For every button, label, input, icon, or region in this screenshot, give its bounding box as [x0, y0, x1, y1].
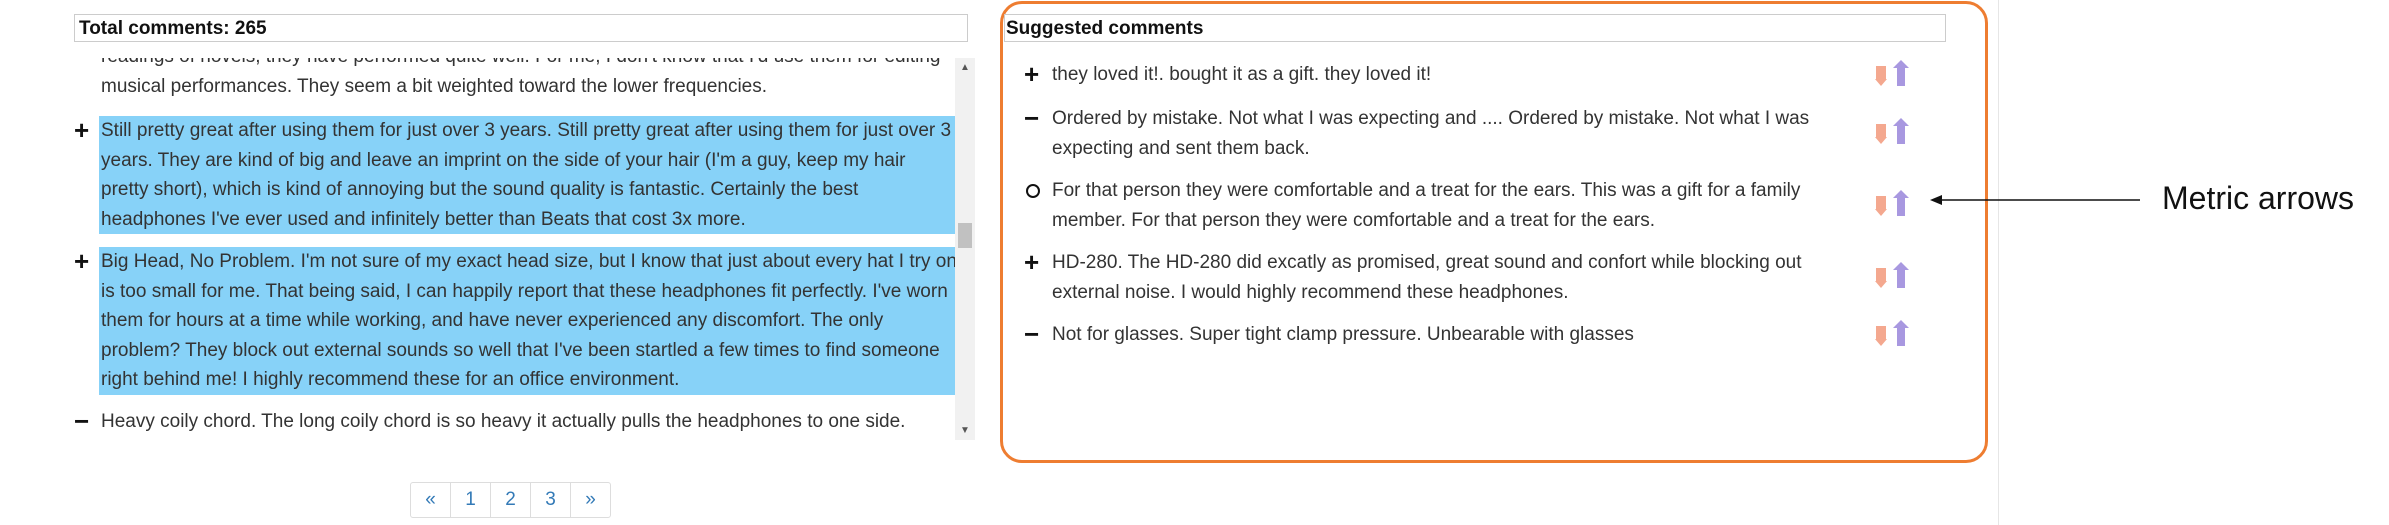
suggested-comment-text: Not for glasses. Super tight clamp press…: [1052, 324, 1634, 345]
comment-item[interactable]: + Big Head, No Problem. I'm not sure of …: [74, 246, 960, 395]
down-arrow-icon[interactable]: [1875, 196, 1887, 216]
up-arrow-icon[interactable]: [1893, 190, 1909, 216]
suggested-comment-text: For that person they were comfortable an…: [1052, 180, 1801, 231]
positive-sign-icon: +: [1024, 59, 1040, 89]
comment-text: Still pretty great after using them for …: [99, 116, 960, 235]
negative-sign-icon: −: [74, 406, 90, 436]
suggested-comment[interactable]: + they loved it!. bought it as a gift. t…: [1024, 59, 1844, 90]
negative-sign-icon: −: [1024, 319, 1040, 349]
suggested-comment-text: HD-280. The HD-280 did excatly as promis…: [1052, 252, 1802, 303]
suggested-comment-text: they loved it!. bought it as a gift. the…: [1052, 64, 1432, 85]
suggested-comment[interactable]: For that person they were comfortable an…: [1024, 176, 1844, 235]
positive-sign-icon: +: [74, 246, 90, 276]
suggested-comment-text: Ordered by mistake. Not what I was expec…: [1052, 108, 1810, 159]
up-arrow-icon[interactable]: [1893, 118, 1909, 144]
comments-scrollbar[interactable]: ▲ ▼: [955, 58, 975, 440]
page-1-button[interactable]: 1: [450, 482, 491, 518]
metric-arrows: [1875, 186, 1915, 216]
metric-arrows: [1875, 56, 1915, 86]
metric-arrows: [1875, 114, 1915, 144]
negative-sign-icon: −: [1024, 103, 1040, 133]
scrollbar-thumb[interactable]: [958, 223, 972, 248]
comments-list[interactable]: readings of novels, they have performed …: [74, 58, 980, 440]
metric-arrows-annotation: Metric arrows: [2162, 180, 2355, 216]
scroll-down-icon[interactable]: ▼: [955, 425, 975, 436]
comment-item[interactable]: readings of novels, they have performed …: [74, 58, 960, 101]
positive-sign-icon: +: [1024, 247, 1040, 277]
suggested-comment[interactable]: + HD-280. The HD-280 did excatly as prom…: [1024, 247, 1844, 307]
comment-text: readings of novels, they have performed …: [101, 58, 940, 97]
up-arrow-icon[interactable]: [1893, 262, 1909, 288]
page-next-button[interactable]: »: [570, 482, 611, 518]
pagination: « 1 2 3 »: [410, 482, 611, 518]
suggested-comment[interactable]: − Not for glasses. Super tight clamp pre…: [1024, 319, 1844, 350]
down-arrow-icon[interactable]: [1875, 124, 1887, 144]
down-arrow-icon[interactable]: [1875, 66, 1887, 86]
annotation-arrow-icon: [1930, 195, 2140, 205]
comment-item[interactable]: − Heavy coily chord. The long coily chor…: [74, 406, 960, 437]
panel-divider: [1998, 0, 1999, 525]
suggested-comments-header: Suggested comments: [1004, 14, 1946, 42]
comment-text: Heavy coily chord. The long coily chord …: [101, 411, 906, 432]
comment-item[interactable]: + Still pretty great after using them fo…: [74, 115, 960, 235]
positive-sign-icon: +: [74, 115, 90, 145]
down-arrow-icon[interactable]: [1875, 268, 1887, 288]
scroll-up-icon[interactable]: ▲: [955, 62, 975, 73]
page-3-button[interactable]: 3: [530, 482, 571, 518]
metric-arrows: [1875, 316, 1915, 346]
total-comments-header: Total comments: 265: [74, 14, 968, 42]
page-2-button[interactable]: 2: [490, 482, 531, 518]
comment-text: Big Head, No Problem. I'm not sure of my…: [99, 247, 960, 395]
page-prev-button[interactable]: «: [410, 482, 451, 518]
metric-arrows: [1875, 258, 1915, 288]
down-arrow-icon[interactable]: [1875, 326, 1887, 346]
up-arrow-icon[interactable]: [1893, 60, 1909, 86]
up-arrow-icon[interactable]: [1893, 320, 1909, 346]
neutral-circle-icon: [1026, 184, 1040, 198]
suggested-comment[interactable]: − Ordered by mistake. Not what I was exp…: [1024, 103, 1844, 163]
